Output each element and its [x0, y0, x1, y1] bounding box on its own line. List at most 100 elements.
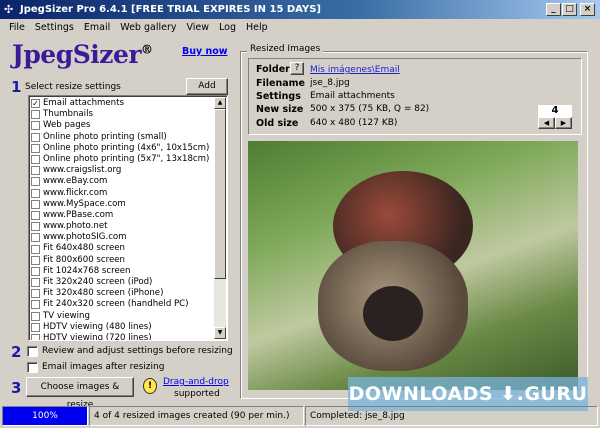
menu-email[interactable]: Email: [79, 19, 115, 37]
settings-list-item[interactable]: Fit 320x480 screen (iPhone): [31, 288, 215, 299]
settings-list-item[interactable]: Thumbnails: [31, 109, 215, 120]
title-bar: JpegSizer Pro 6.4.1 [FREE TRIAL EXPIRES …: [0, 0, 600, 19]
review-checkbox[interactable]: [27, 346, 38, 357]
setting-checkbox[interactable]: [31, 132, 40, 142]
settings-list-item[interactable]: Online photo printing (small): [31, 132, 215, 143]
next-image-button[interactable]: ▶: [555, 117, 572, 129]
image-index: 4: [538, 105, 572, 117]
buy-now-link[interactable]: Buy now: [182, 46, 228, 57]
menu-settings[interactable]: Settings: [30, 19, 79, 37]
setting-checkbox[interactable]: [31, 278, 40, 288]
folder-help-button[interactable]: ?: [290, 62, 304, 75]
previous-image-button[interactable]: ◀: [538, 117, 555, 129]
setting-checkbox[interactable]: [31, 155, 40, 165]
menu-file[interactable]: File: [4, 19, 30, 37]
setting-checkbox[interactable]: [31, 334, 40, 340]
setting-checkbox[interactable]: [31, 266, 40, 276]
settings-list-item[interactable]: www.MySpace.com: [31, 199, 215, 210]
setting-checkbox[interactable]: [31, 121, 40, 131]
status-count: 4 of 4 resized images created (90 per mi…: [89, 406, 304, 426]
scroll-down-button[interactable]: ▼: [214, 327, 226, 339]
supported-label: supported: [174, 389, 220, 399]
close-button[interactable]: ×: [580, 3, 595, 16]
setting-checkbox[interactable]: [31, 166, 40, 176]
setting-label: www.photoSIG.com: [43, 232, 127, 243]
setting-label: Fit 240x320 screen (handheld PC): [43, 299, 189, 310]
settings-listbox[interactable]: ✓ Email attachments Thumbnails Web pages Onl…: [28, 95, 228, 341]
scroll-thumb[interactable]: [214, 109, 226, 279]
settings-list-item[interactable]: Fit 1024x768 screen: [31, 266, 215, 277]
review-label[interactable]: Review and adjust settings before resizi…: [42, 346, 233, 356]
setting-label: www.eBay.com: [43, 176, 108, 187]
scrollbar[interactable]: ▲ ▼: [214, 97, 226, 339]
settings-list-item[interactable]: Fit 240x320 screen (handheld PC): [31, 299, 215, 310]
setting-checkbox[interactable]: [31, 177, 40, 187]
status-completed: Completed: jse_8.jpg: [305, 406, 598, 426]
setting-label: Fit 800x600 screen: [43, 254, 125, 265]
settings-list-item[interactable]: Fit 800x600 screen: [31, 255, 215, 266]
menu-log[interactable]: Log: [214, 19, 241, 37]
email-after-checkbox[interactable]: [27, 362, 38, 373]
progress-bar: 100%: [2, 406, 88, 426]
window-title: JpegSizer Pro 6.4.1 [FREE TRIAL EXPIRES …: [20, 4, 321, 15]
select-settings-label: Select resize settings: [25, 82, 121, 92]
setting-label: Fit 320x240 screen (iPod): [43, 277, 153, 287]
email-after-label[interactable]: Email images after resizing: [42, 362, 164, 372]
settings-list-item[interactable]: Online photo printing (5x7", 13x18cm): [31, 154, 215, 165]
old-size-label: Old size: [256, 118, 299, 129]
step-3-number: 3: [11, 379, 22, 397]
setting-checkbox[interactable]: [31, 255, 40, 265]
settings-list-item[interactable]: Online photo printing (4x6", 10x15cm): [31, 143, 215, 154]
setting-label: TV viewing: [43, 310, 90, 321]
settings-list-item[interactable]: ✓ Email attachments: [31, 98, 215, 109]
menu-web-gallery[interactable]: Web gallery: [115, 19, 181, 37]
drag-drop-link[interactable]: Drag-and-drop: [163, 377, 229, 387]
settings-list-item[interactable]: www.photo.net: [31, 221, 215, 232]
setting-checkbox[interactable]: [31, 199, 40, 209]
maximize-button[interactable]: □: [562, 3, 577, 16]
setting-label: HDTV viewing (480 lines): [43, 321, 152, 332]
settings-list-item[interactable]: Fit 640x480 screen: [31, 243, 215, 254]
settings-list-item[interactable]: www.photoSIG.com: [31, 232, 215, 243]
setting-checkbox[interactable]: [31, 233, 40, 243]
setting-checkbox[interactable]: [31, 210, 40, 220]
setting-checkbox[interactable]: ✓: [31, 99, 40, 109]
settings-list-item[interactable]: www.PBase.com: [31, 210, 215, 221]
menu-help[interactable]: Help: [241, 19, 273, 37]
setting-label: Thumbnails: [43, 109, 93, 120]
setting-checkbox[interactable]: [31, 244, 40, 254]
progress-fill: 100%: [3, 407, 87, 425]
setting-checkbox[interactable]: [31, 143, 40, 153]
setting-checkbox[interactable]: [31, 222, 40, 232]
menu-view[interactable]: View: [181, 19, 214, 37]
new-size-label: New size: [256, 104, 304, 115]
settings-list-item[interactable]: HDTV viewing (480 lines): [31, 322, 215, 333]
filename-label: Filename: [256, 78, 305, 89]
settings-list-item[interactable]: TV viewing: [31, 311, 215, 322]
setting-label: www.flickr.com: [43, 187, 108, 198]
setting-checkbox[interactable]: [31, 289, 40, 299]
folder-label: Folder: [256, 64, 290, 75]
settings-list-item[interactable]: HDTV viewing (720 lines): [31, 333, 215, 340]
setting-checkbox[interactable]: [31, 110, 40, 120]
settings-value: Email attachments: [310, 91, 395, 101]
setting-label: Online photo printing (5x7", 13x18cm): [43, 153, 210, 164]
logo-text: JpegSizer: [12, 40, 142, 69]
setting-checkbox[interactable]: [31, 188, 40, 198]
setting-checkbox[interactable]: [31, 311, 40, 321]
folder-link[interactable]: Mis imágenes\Email: [310, 65, 400, 75]
add-button[interactable]: Add: [186, 78, 228, 95]
setting-checkbox[interactable]: [31, 300, 40, 310]
settings-list-item[interactable]: Web pages: [31, 120, 215, 131]
minimize-button[interactable]: _: [546, 3, 561, 16]
progress-text: 100%: [32, 411, 58, 421]
choose-images-resize-button[interactable]: Choose images & resize: [26, 377, 134, 410]
settings-list-item[interactable]: www.flickr.com: [31, 188, 215, 199]
settings-list-item[interactable]: www.craigslist.org: [31, 165, 215, 176]
resized-images-label: Resized Images: [247, 44, 324, 54]
setting-checkbox[interactable]: [31, 322, 40, 332]
settings-list-item[interactable]: www.eBay.com: [31, 176, 215, 187]
scroll-up-button[interactable]: ▲: [214, 97, 226, 109]
settings-list-item[interactable]: Fit 320x240 screen (iPod): [31, 277, 215, 288]
status-bar: 100% 4 of 4 resized images created (90 p…: [0, 404, 600, 428]
